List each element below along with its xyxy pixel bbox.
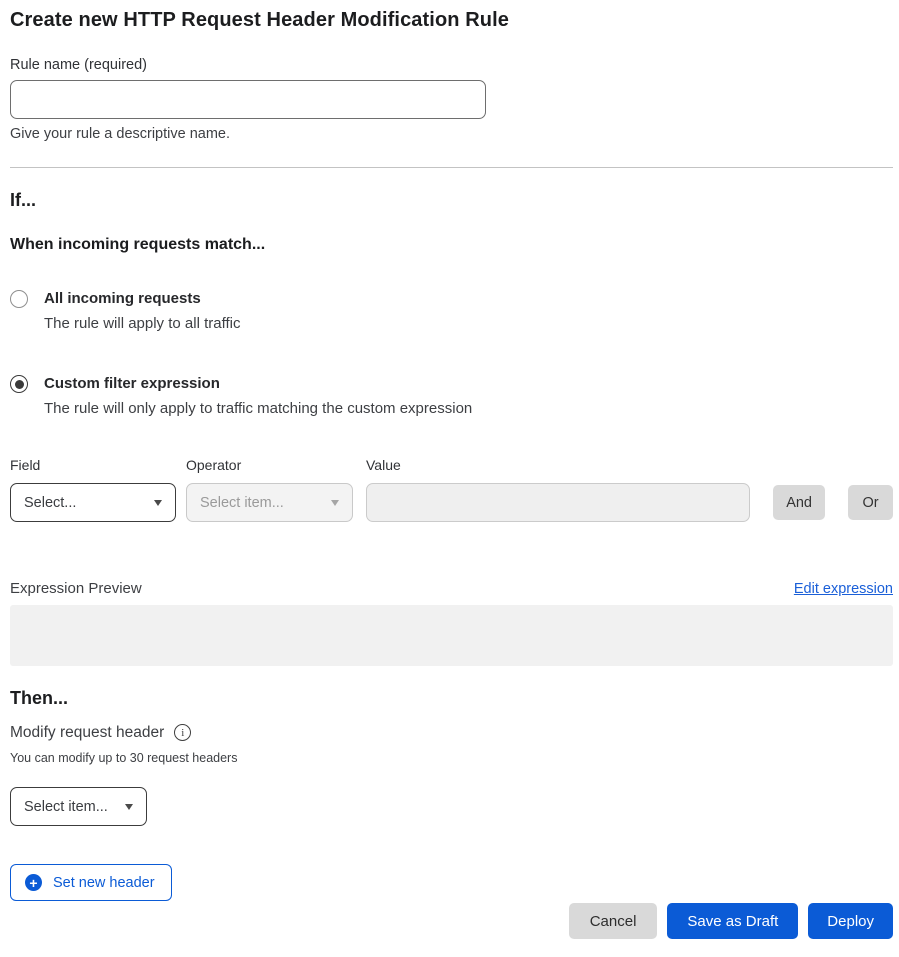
plus-icon: + <box>25 874 42 891</box>
or-button[interactable]: Or <box>848 485 893 520</box>
then-heading: Then... <box>10 687 893 709</box>
field-select-value: Select... <box>24 495 76 511</box>
operator-select[interactable]: Select item... <box>186 483 353 522</box>
section-divider <box>10 167 893 168</box>
field-select[interactable]: Select... <box>10 483 176 522</box>
expression-builder-row: Field Select... Operator Select item... … <box>10 456 893 522</box>
match-subheading: When incoming requests match... <box>10 235 893 255</box>
save-as-draft-button[interactable]: Save as Draft <box>667 903 798 939</box>
expression-preview-label: Expression Preview <box>10 579 142 598</box>
value-input[interactable] <box>366 483 750 522</box>
rule-name-label: Rule name (required) <box>10 56 893 74</box>
create-rule-page: Create new HTTP Request Header Modificat… <box>0 0 899 957</box>
operator-label: Operator <box>186 456 353 474</box>
radio-option-custom-filter[interactable]: Custom filter expression The rule will o… <box>10 374 893 418</box>
if-heading: If... <box>10 189 893 211</box>
set-new-header-button[interactable]: + Set new header <box>10 864 172 901</box>
radio-option-all-requests[interactable]: All incoming requests The rule will appl… <box>10 289 893 333</box>
chevron-down-icon <box>125 804 133 810</box>
radio-label-all-requests: All incoming requests <box>44 289 240 308</box>
radio-label-custom-filter: Custom filter expression <box>44 374 472 393</box>
cancel-button[interactable]: Cancel <box>569 903 658 939</box>
rule-name-helper: Give your rule a descriptive name. <box>10 125 893 143</box>
rule-name-input[interactable] <box>10 80 486 119</box>
radio-button-custom-filter[interactable] <box>10 375 28 393</box>
operator-select-value: Select item... <box>200 495 284 511</box>
info-icon[interactable]: i <box>174 724 191 741</box>
and-button[interactable]: And <box>773 485 825 520</box>
chevron-down-icon <box>154 500 162 506</box>
chevron-down-icon <box>331 500 339 506</box>
edit-expression-link[interactable]: Edit expression <box>794 581 893 597</box>
radio-desc-all-requests: The rule will apply to all traffic <box>44 314 240 333</box>
page-title: Create new HTTP Request Header Modificat… <box>10 8 893 32</box>
header-action-select-value: Select item... <box>24 799 108 815</box>
expression-preview-box <box>10 605 893 666</box>
header-action-select[interactable]: Select item... <box>10 787 147 826</box>
radio-button-all-requests[interactable] <box>10 290 28 308</box>
radio-desc-custom-filter: The rule will only apply to traffic matc… <box>44 399 472 418</box>
modify-request-header-label: Modify request header <box>10 723 164 742</box>
deploy-button[interactable]: Deploy <box>808 903 893 939</box>
value-label: Value <box>366 456 750 474</box>
footer-actions: Cancel Save as Draft Deploy <box>10 903 893 939</box>
set-new-header-label: Set new header <box>53 875 155 891</box>
modify-header-helper: You can modify up to 30 request headers <box>10 751 893 766</box>
field-label: Field <box>10 456 176 474</box>
